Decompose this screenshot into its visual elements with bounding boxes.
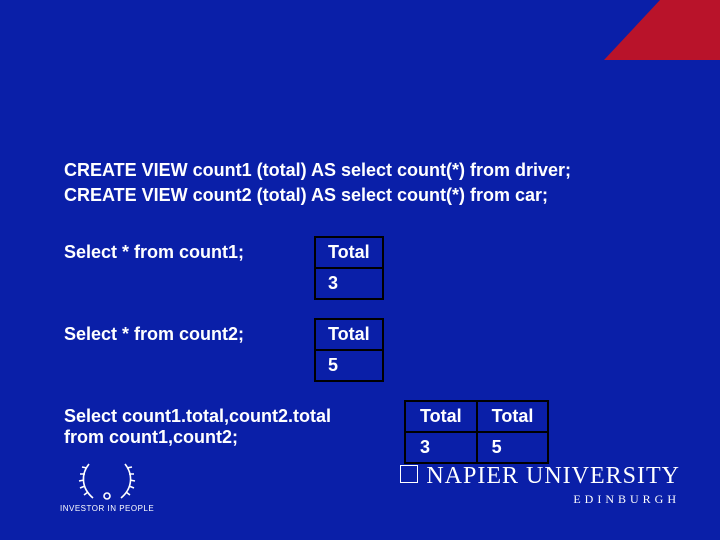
slide-content: CREATE VIEW count1 (total) AS select cou… [64,158,664,464]
napier-university-logo: NAPIER UNIVERSITY EDINBURGH [400,463,680,507]
result2-header: Total [316,320,382,349]
napier-main: NAPIER UNIVERSITY [400,463,680,490]
investor-in-people-logo: INVESTOR IN PEOPLE [60,458,154,513]
laurel-icon [75,458,139,502]
result2-value: 5 [316,349,382,380]
footer: INVESTOR IN PEOPLE NAPIER UNIVERSITY EDI… [60,450,680,520]
result3-header2: Total [478,402,548,431]
corner-decoration [598,0,720,66]
result1-header: Total [316,238,382,267]
sql-select-3a: Select count1.total,count2.total [64,406,404,427]
sql-select-3b: from count1,count2; [64,427,404,448]
iip-text: INVESTOR IN PEOPLE [60,504,154,513]
result-table-2: Total 5 [314,318,384,382]
result3-header1: Total [406,402,476,431]
sql-select-2: Select * from count2; [64,318,314,345]
red-triangle [604,0,720,60]
sql-select-1: Select * from count1; [64,236,314,263]
result-table-1: Total 3 [314,236,384,300]
napier-sub: EDINBURGH [573,492,680,507]
napier-box-icon [400,465,418,483]
napier-main-text: NAPIER UNIVERSITY [426,463,680,489]
sql-create-view-1: CREATE VIEW count1 (total) AS select cou… [64,158,664,183]
sql-create-view-2: CREATE VIEW count2 (total) AS select cou… [64,183,664,208]
sql-select-3: Select count1.total,count2.total from co… [64,400,404,448]
result1-value: 3 [316,267,382,298]
